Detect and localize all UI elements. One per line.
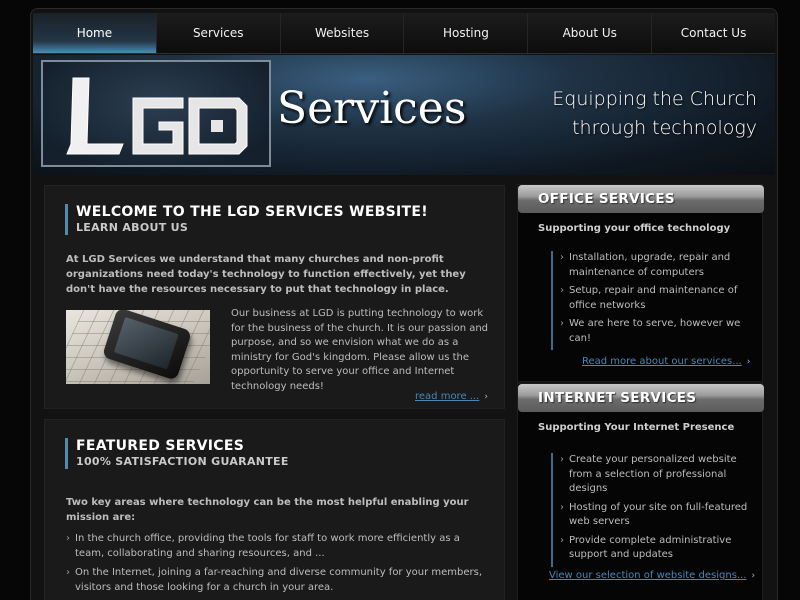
office-services-link-label: Read more about our services... [582,356,742,367]
featured-subtitle: 100% SATISFACTION GUARANTEE [76,455,289,468]
nav-services[interactable]: Services [157,13,281,53]
list-item: Setup, repair and maintenance of office … [560,284,751,313]
services-heading: Services [277,83,467,134]
list-item: Provide complete administrative support … [560,534,751,563]
tagline: Equipping the Church through technology [552,85,757,143]
list-item: Installation, upgrade, repair and mainte… [560,251,751,280]
nav-about-us[interactable]: About Us [528,13,653,53]
tagline-line2: through technology [572,117,757,139]
internet-services-link[interactable]: View our selection of website designs...… [549,570,755,581]
office-services-link[interactable]: Read more about our services... › [582,356,750,367]
nav-hosting[interactable]: Hosting [404,13,529,53]
featured-heading: FEATURED SERVICES 100% SATISFACTION GUAR… [65,438,289,469]
office-services-box: OFFICE SERVICES Supporting your office t… [517,184,764,382]
featured-list: In the church office, providing the tool… [66,531,486,599]
internet-services-list: Create your personalized website from a … [551,453,751,567]
internet-services-subtitle: Supporting Your Internet Presence [538,422,735,433]
tagline-line1: Equipping the Church [552,88,757,110]
office-services-subtitle: Supporting your office technology [538,223,731,234]
main-nav: Home Services Websites Hosting About Us … [33,13,775,54]
list-item: On the Internet, joining a far-reaching … [66,565,486,595]
featured-panel: FEATURED SERVICES 100% SATISFACTION GUAR… [44,419,505,600]
lgd-logo-icon [66,77,248,155]
page-frame: Home Services Websites Hosting About Us … [30,8,778,600]
nav-websites[interactable]: Websites [281,13,405,53]
internet-services-link-label: View our selection of website designs... [549,570,747,581]
internet-services-box: INTERNET SERVICES Supporting Your Intern… [517,383,764,600]
welcome-intro: At LGD Services we understand that many … [66,254,466,295]
header-banner: Services Equipping the Church through te… [33,55,775,175]
welcome-title: WELCOME TO THE LGD SERVICES WEBSITE! [76,204,428,220]
logo[interactable] [41,60,271,167]
list-item: In the church office, providing the tool… [66,531,486,561]
chevron-right-icon: › [746,357,751,367]
nav-contact-us[interactable]: Contact Us [652,13,775,53]
nav-home[interactable]: Home [33,13,157,53]
list-item: Create your personalized website from a … [560,453,751,497]
office-services-list: Installation, upgrade, repair and mainte… [551,251,751,350]
welcome-body: Our business at LGD is putting technolog… [231,308,489,392]
office-services-title: OFFICE SERVICES [518,185,764,213]
chevron-right-icon: › [484,392,488,402]
read-more-label: read more ... [415,391,480,402]
featured-title: FEATURED SERVICES [76,438,245,454]
welcome-read-more-link[interactable]: read more ... › [415,391,488,402]
welcome-heading: WELCOME TO THE LGD SERVICES WEBSITE! LEA… [65,204,428,235]
chevron-right-icon: › [751,571,756,581]
featured-intro: Two key areas where technology can be th… [66,497,469,523]
list-item: We are here to serve, however we can! [560,317,751,346]
internet-services-title: INTERNET SERVICES [518,384,764,412]
welcome-subtitle: LEARN ABOUT US [76,221,189,234]
list-item: Hosting of your site on full-featured we… [560,501,751,530]
welcome-panel: WELCOME TO THE LGD SERVICES WEBSITE! LEA… [44,185,505,409]
smartphone-image [66,310,210,384]
